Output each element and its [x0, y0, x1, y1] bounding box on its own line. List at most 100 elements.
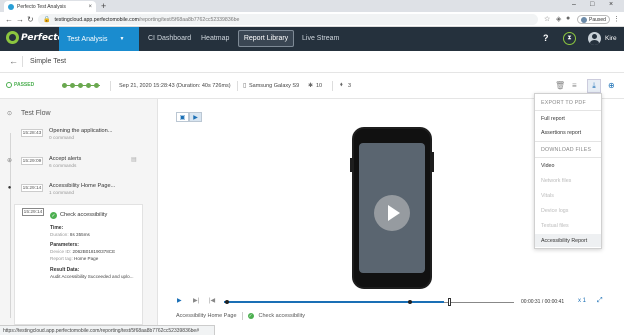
- flow-title: Accessibility Home Page...: [49, 183, 116, 189]
- divider: [241, 312, 243, 320]
- device-side-button: [350, 158, 352, 172]
- clock-icon: ⊙: [7, 111, 13, 117]
- menu-network-files[interactable]: Network files: [535, 174, 601, 187]
- report-tag-row: Report tag: Home Page: [50, 256, 99, 261]
- android-icon: ✱: [308, 83, 314, 89]
- app-navbar: Perfecto Test Analysis ▼ CI Dashboard He…: [0, 27, 624, 51]
- menu-textual-files[interactable]: Textual files: [535, 219, 601, 232]
- menu-video[interactable]: Video: [535, 159, 601, 172]
- test-header: ← Simple Test: [0, 51, 624, 73]
- history-dot[interactable]: [62, 83, 67, 88]
- back-arrow-icon[interactable]: ←: [5, 15, 13, 24]
- flow-title: Accept alerts: [49, 156, 82, 162]
- history-dot[interactable]: [70, 83, 75, 88]
- reload-icon[interactable]: ↻: [27, 15, 34, 24]
- result-text: Audit Accessibility Succeeded and uplo..…: [50, 274, 134, 279]
- player-caption: Accessibility Home Page ✓ Check accessib…: [176, 312, 305, 320]
- browser-tab[interactable]: Perfecto Test Analysis ×: [4, 1, 96, 12]
- menu-assertions-report[interactable]: Assertions report: [535, 126, 601, 139]
- screenshot-icon[interactable]: ▤: [131, 156, 137, 163]
- star-icon[interactable]: ☆: [544, 15, 550, 23]
- next-step-icon[interactable]: ▶|: [193, 297, 199, 304]
- flow-sub: 6 commands: [49, 164, 77, 169]
- video-view-icon[interactable]: ▶: [189, 112, 202, 122]
- time-display: 00:00:31 / 00:00:41: [521, 299, 565, 305]
- target-icon[interactable]: ⊕: [608, 81, 615, 90]
- help-icon[interactable]: ?: [543, 33, 549, 43]
- menu-dots-icon[interactable]: ⋮: [613, 15, 620, 23]
- forward-arrow-icon[interactable]: →: [16, 15, 24, 24]
- list-icon[interactable]: ≡: [572, 81, 577, 90]
- expand-icon[interactable]: ⊕: [6, 157, 13, 164]
- screenshot-view-icon[interactable]: ▣: [176, 112, 189, 122]
- nav-test-analysis-label: Test Analysis: [67, 35, 108, 43]
- step-details-card[interactable]: 15:29:14 ✓ Check accessibility Time: Dur…: [14, 204, 143, 325]
- status-badge: PASSED: [6, 82, 34, 88]
- extension-icon-2[interactable]: ●: [566, 15, 570, 22]
- tag-count[interactable]: 3: [348, 83, 351, 89]
- hourglass-icon[interactable]: ⧗: [563, 32, 576, 45]
- maximize-button[interactable]: □: [590, 1, 594, 8]
- user-avatar[interactable]: [588, 32, 601, 45]
- flow-time: 15:29:09: [21, 157, 43, 165]
- fullscreen-icon[interactable]: ⤢: [597, 297, 603, 305]
- perfecto-logo[interactable]: Perfecto: [6, 31, 64, 44]
- menu-accessibility-report[interactable]: Accessibility Report: [535, 234, 601, 247]
- divider: [237, 81, 238, 91]
- seek-handle[interactable]: [448, 298, 451, 306]
- flow-title: Opening the application...: [49, 128, 113, 134]
- favicon-icon: [8, 3, 14, 10]
- profile-avatar: [581, 16, 587, 23]
- check-icon: ✓: [50, 212, 57, 219]
- nav-test-analysis[interactable]: Test Analysis ▼: [59, 27, 139, 51]
- chevron-down-icon: ▼: [119, 36, 125, 42]
- minimize-button[interactable]: –: [572, 1, 576, 8]
- lock-icon: 🔒: [43, 17, 51, 23]
- download-menu: EXPORT TO PDF Full report Assertions rep…: [534, 93, 602, 249]
- history-dots[interactable]: [62, 83, 100, 88]
- nav-live-stream[interactable]: Live Stream: [302, 35, 339, 42]
- test-meta-row: PASSED Sep 21, 2020 15:28:43 (Duration: …: [0, 73, 624, 99]
- play-button[interactable]: [374, 195, 410, 231]
- address-bar-row: ← → ↻ 🔒 testingcloud.app.perfectomobile.…: [0, 12, 624, 27]
- download-icon[interactable]: ⤓: [587, 79, 601, 93]
- history-dot[interactable]: [78, 83, 83, 88]
- seek-marker[interactable]: [408, 300, 412, 304]
- logo-text: Perfecto: [21, 32, 64, 43]
- nav-heatmap[interactable]: Heatmap: [201, 35, 229, 42]
- close-window-button[interactable]: ×: [609, 1, 613, 8]
- menu-device-logs[interactable]: Device logs: [535, 204, 601, 217]
- collapse-icon[interactable]: ●: [6, 184, 13, 191]
- nav-ci-dashboard[interactable]: CI Dashboard: [148, 35, 191, 42]
- browser-status-bar: https://testingcloud.app.perfectomobile.…: [0, 325, 215, 335]
- divider: [332, 81, 333, 91]
- test-name: Simple Test: [30, 58, 67, 65]
- user-name[interactable]: Kire: [605, 35, 617, 42]
- close-tab-icon[interactable]: ×: [88, 4, 92, 10]
- trash-icon[interactable]: 🗑: [555, 81, 565, 90]
- nav-report-library[interactable]: Report Library: [238, 30, 294, 47]
- play-icon: [387, 205, 400, 221]
- menu-vitals[interactable]: Vitals: [535, 189, 601, 202]
- seek-marker[interactable]: [225, 300, 229, 304]
- tab-title: Perfecto Test Analysis: [17, 3, 66, 10]
- phone-icon: ▯: [243, 83, 247, 89]
- profile-paused-button[interactable]: Paused: [577, 15, 610, 24]
- previous-step-icon[interactable]: |◀: [209, 297, 215, 304]
- new-tab-button[interactable]: +: [101, 1, 106, 11]
- extension-icon[interactable]: ◈: [556, 15, 561, 23]
- flow-time: 15:29:14: [21, 184, 43, 192]
- flow-time: 15:28:43: [21, 129, 43, 137]
- history-dot[interactable]: [94, 83, 99, 88]
- play-small-icon[interactable]: ▶: [177, 297, 182, 304]
- test-date: Sep 21, 2020 15:28:43 (Duration: 40s 726…: [119, 83, 231, 89]
- parameters-label: Parameters:: [50, 242, 79, 248]
- back-icon[interactable]: ←: [9, 56, 18, 66]
- caption-step: Check accessibility: [258, 313, 305, 319]
- speed-button[interactable]: x 1: [578, 298, 586, 304]
- history-dot[interactable]: [86, 83, 91, 88]
- check-icon: ✓: [247, 313, 254, 319]
- device-name[interactable]: Samsung Galaxy S9: [249, 83, 299, 89]
- url-input[interactable]: 🔒 testingcloud.app.perfectomobile.com/re…: [38, 14, 538, 25]
- menu-full-report[interactable]: Full report: [535, 112, 601, 125]
